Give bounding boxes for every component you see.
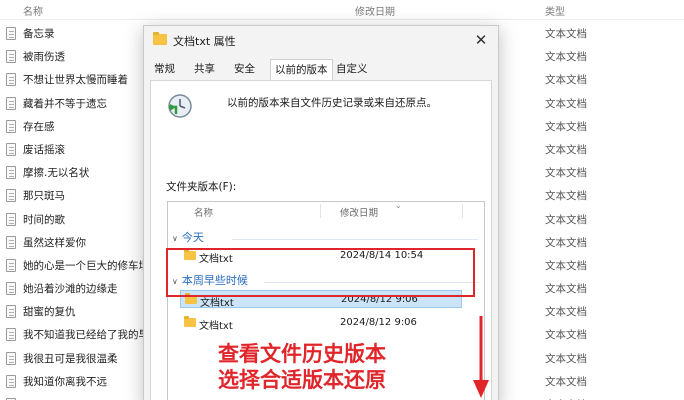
- file-name: 我很丑可是我很温柔: [23, 352, 118, 365]
- file-name: 时间的歌: [23, 213, 65, 226]
- annotation-line: 查看文件历史版本: [218, 342, 386, 366]
- chevron-down-icon: ∨: [172, 234, 178, 243]
- version-date: 2024/8/12 9:06: [340, 317, 417, 328]
- file-type: 文本文档: [545, 74, 587, 87]
- annotation-line: 选择合适版本还原: [218, 368, 386, 392]
- file-name: 废话摇滚: [23, 143, 65, 156]
- text-file-icon: [6, 305, 16, 319]
- text-file-icon: [6, 166, 16, 180]
- file-name: 备忘录: [23, 28, 55, 40]
- file-type: 文本文档: [545, 283, 587, 296]
- restore-clock-icon: [168, 94, 192, 118]
- file-type: 文本文档: [545, 120, 587, 133]
- file-name: 不想让世界太慢而睡着: [23, 74, 128, 87]
- tab-general[interactable]: 常规: [150, 59, 179, 81]
- column-type-header[interactable]: 类型: [545, 3, 565, 18]
- explorer-column-header: 名称 修改日期 类型: [0, 0, 684, 20]
- file-type: 文本文档: [545, 375, 587, 388]
- version-name: 文档txt: [199, 321, 233, 332]
- column-divider: [462, 204, 463, 218]
- file-type: 文本文档: [545, 167, 587, 180]
- file-name: 摩擦.无以名状: [23, 167, 90, 180]
- tab-sharing[interactable]: 共享: [190, 59, 219, 81]
- tab-previous-versions[interactable]: 以前的版本: [270, 59, 333, 81]
- folder-versions-label: 文件夹版本(F):: [166, 181, 237, 193]
- file-type: 文本文档: [545, 28, 587, 40]
- text-file-icon: [6, 235, 16, 249]
- file-type: 文本文档: [545, 352, 587, 365]
- file-name: 我知道你离我不远: [23, 375, 107, 388]
- file-name: 甜蜜的复仇: [23, 306, 76, 319]
- versions-description: 以前的版本来自文件历史记录或来自还原点。: [227, 97, 437, 109]
- file-name: 藏着并不等于遗忘: [23, 97, 107, 110]
- text-file-icon: [6, 328, 16, 342]
- text-file-icon: [6, 282, 16, 296]
- text-file-icon: [6, 212, 16, 226]
- file-type: 文本文档: [545, 329, 587, 342]
- dialog-title: 文档txt 属性: [173, 35, 236, 48]
- list-column-modified[interactable]: 修改日期: [340, 205, 378, 219]
- text-file-icon: [6, 119, 16, 133]
- group-label: 今天: [181, 231, 204, 244]
- group-divider: [232, 239, 478, 240]
- text-file-icon: [6, 351, 16, 365]
- dialog-titlebar[interactable]: 文档txt 属性 ✕: [144, 26, 498, 56]
- file-name: 虽然这样爱你: [23, 236, 86, 249]
- group-today[interactable]: ∨ 今天: [172, 229, 204, 245]
- file-type: 文本文档: [545, 213, 587, 226]
- list-column-name[interactable]: 名称: [194, 205, 213, 219]
- text-file-icon: [6, 189, 16, 203]
- text-file-icon: [6, 27, 16, 40]
- file-type: 文本文档: [545, 306, 587, 319]
- tab-security[interactable]: 安全: [230, 59, 259, 81]
- sort-chevron-icon: ⌄: [395, 201, 402, 210]
- highlight-frame: [166, 248, 475, 297]
- tab-customize[interactable]: 自定义: [332, 59, 372, 81]
- text-file-icon: [6, 73, 16, 87]
- file-type: 文本文档: [545, 259, 587, 272]
- file-name: 被雨伤透: [23, 51, 65, 64]
- text-file-icon: [6, 142, 16, 156]
- arrow-down-icon: [473, 316, 489, 398]
- folder-icon: [184, 316, 196, 327]
- text-file-icon: [6, 96, 16, 110]
- file-type: 文本文档: [545, 97, 587, 110]
- file-type: 文本文档: [545, 236, 587, 249]
- file-type: 文本文档: [545, 51, 587, 64]
- text-file-icon: [6, 258, 16, 272]
- column-modified-header[interactable]: 修改日期: [355, 3, 395, 18]
- file-name: 她的心是一个巨大的修车场: [23, 259, 149, 272]
- annotation-text: 查看文件历史版本 选择合适版本还原: [218, 341, 386, 393]
- file-name: 我不知道我已经给了我的早...: [23, 329, 160, 342]
- version-item[interactable]: 文档txt 2024/8/12 9:06: [180, 314, 462, 332]
- file-name: 存在感: [23, 120, 55, 133]
- file-name: 她沿着沙滩的边缘走: [23, 283, 118, 296]
- folder-icon: [153, 32, 167, 45]
- file-type: 文本文档: [545, 190, 587, 203]
- file-type: 文本文档: [545, 143, 587, 156]
- text-file-icon: [6, 50, 16, 64]
- text-file-icon: [6, 374, 16, 388]
- column-divider: [320, 204, 321, 218]
- file-name: 那只斑马: [23, 190, 65, 203]
- column-name-header[interactable]: 名称: [23, 3, 43, 18]
- close-button[interactable]: ✕: [470, 30, 492, 50]
